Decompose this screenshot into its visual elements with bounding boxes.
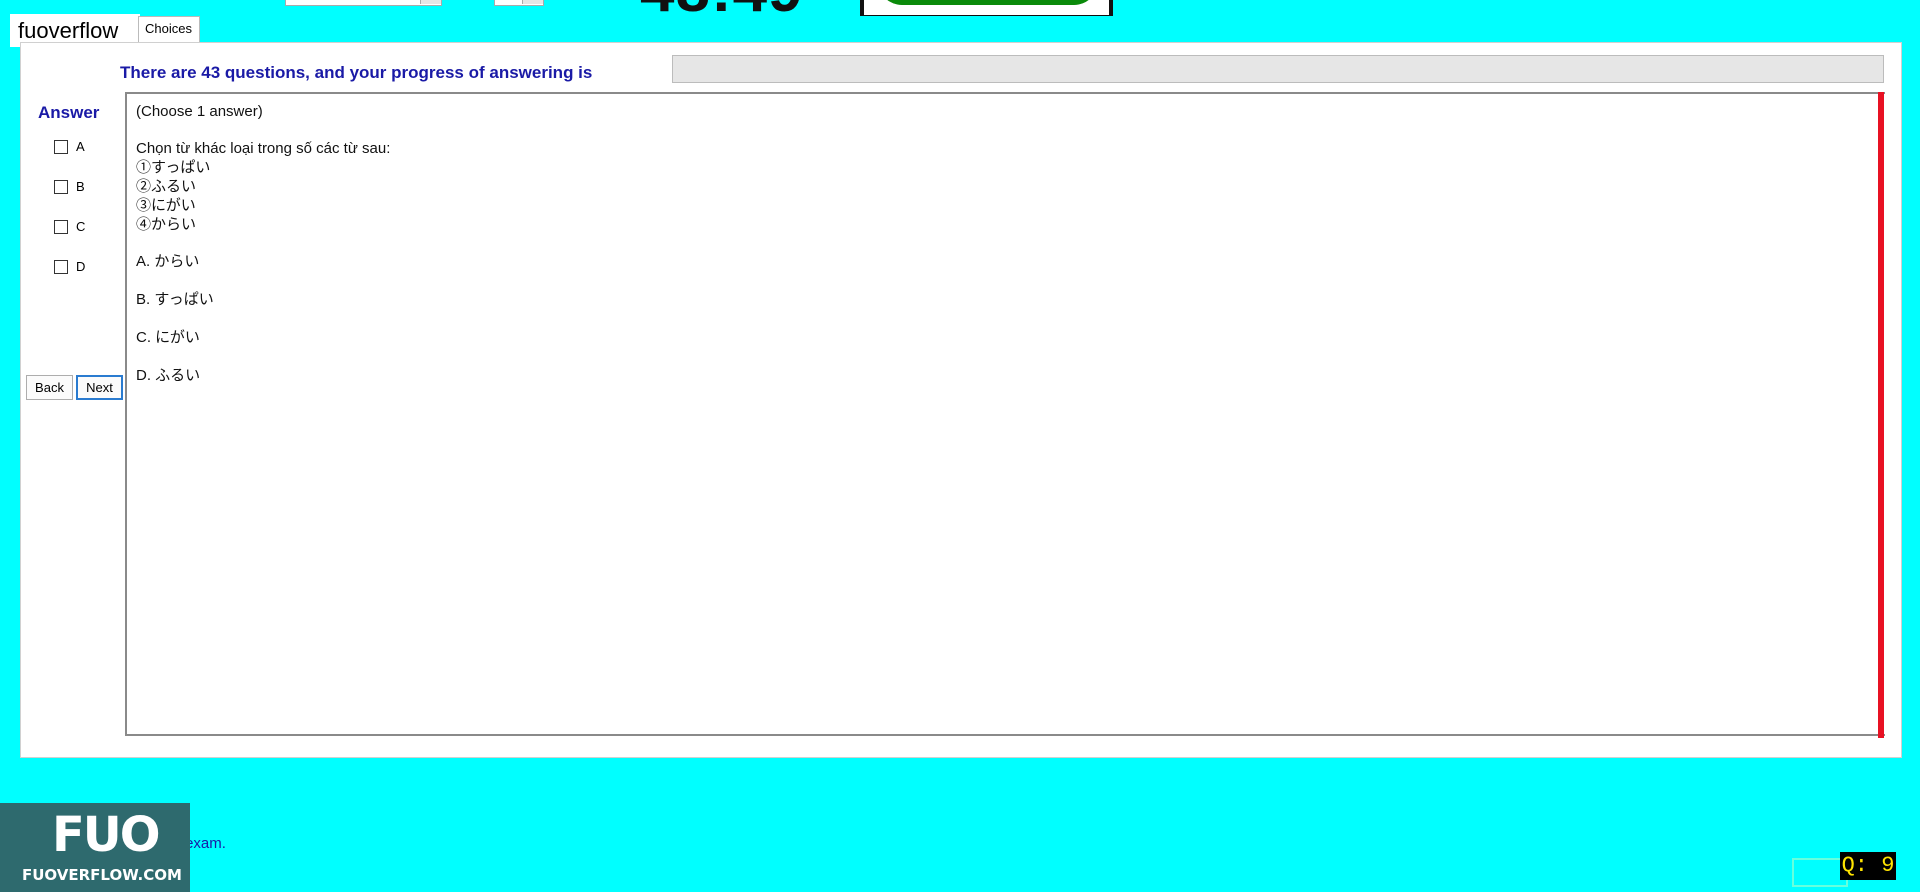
- progress-bar: [672, 55, 1884, 83]
- back-button[interactable]: Back: [26, 375, 73, 400]
- question-answer: D. ふるい: [136, 367, 201, 384]
- answer-option-label: D: [76, 259, 86, 274]
- answer-option-label: B: [76, 179, 85, 194]
- question-answer: C. にがい: [136, 329, 200, 346]
- next-button[interactable]: Next: [76, 375, 123, 400]
- answer-option-b[interactable]: B: [54, 179, 85, 194]
- question-content: (Choose 1 answer) Chọn từ khác loại tron…: [125, 92, 1885, 736]
- finish-button[interactable]: [878, 0, 1098, 5]
- scrollbar[interactable]: [1878, 92, 1884, 738]
- question-counter: Q: 9: [1840, 852, 1896, 880]
- logo-main-text: FUO: [52, 807, 161, 863]
- answer-option-a[interactable]: A: [54, 139, 85, 154]
- checkbox-d[interactable]: [54, 259, 68, 274]
- logo-site-text: FUOVERFLOW.COM: [22, 866, 182, 884]
- fuoverflow-logo: FUO FUOVERFLOW.COM: [0, 803, 190, 892]
- progress-label: There are 43 questions, and your progres…: [120, 63, 593, 82]
- question-answer: B. すっぱい: [136, 291, 214, 308]
- question-prompt: Chọn từ khác loại trong số các từ sau:: [136, 140, 391, 157]
- tab-choices[interactable]: Choices: [138, 16, 200, 44]
- answer-option-label: A: [76, 139, 85, 154]
- question-answer: A. からい: [136, 253, 200, 270]
- font-size-dropdown-button[interactable]: [522, 0, 543, 4]
- answer-option-d[interactable]: D: [54, 259, 85, 274]
- checkbox-c[interactable]: [54, 219, 68, 234]
- countdown-timer: 48:49: [640, 0, 804, 22]
- checkbox-b[interactable]: [54, 179, 68, 194]
- exam-code-dropdown-button[interactable]: [420, 0, 441, 4]
- answer-title: Answer: [38, 103, 100, 122]
- question-item: ③にがい: [136, 197, 196, 214]
- question-instruction: (Choose 1 answer): [136, 103, 263, 120]
- question-item: ④からい: [136, 216, 197, 233]
- answer-option-c[interactable]: C: [54, 219, 85, 234]
- question-item: ②ふるい: [136, 178, 197, 195]
- finish-button-frame: [860, 0, 1113, 16]
- checkbox-a[interactable]: [54, 139, 68, 154]
- answer-option-label: C: [76, 219, 86, 234]
- question-item: ①すっぱい: [136, 159, 211, 176]
- exam-code-combo[interactable]: [285, 0, 442, 6]
